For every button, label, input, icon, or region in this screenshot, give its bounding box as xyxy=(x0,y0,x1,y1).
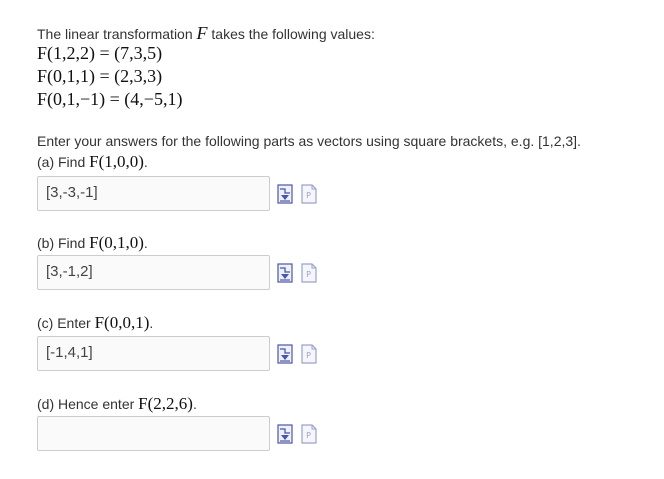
part-d-end: . xyxy=(192,396,197,412)
part-a-end: . xyxy=(143,154,148,170)
part-c-math: F(0,0,1) xyxy=(94,313,150,332)
preview-icon[interactable] xyxy=(277,263,293,283)
part-c-prefix: (c) Enter xyxy=(37,315,95,331)
equation-1: F(1,2,2) = (7,3,5) xyxy=(37,43,163,63)
part-c-icons: P xyxy=(277,344,321,364)
part-b-icons: P xyxy=(277,263,321,283)
svg-text:P: P xyxy=(306,351,311,360)
part-b-prefix: (b) Find xyxy=(37,235,90,251)
part-a-answer-input[interactable]: [3,-3,-1] xyxy=(37,176,270,211)
part-d-answer-input[interactable] xyxy=(37,416,270,451)
help-icon[interactable]: P xyxy=(301,344,317,364)
part-a-math: F(1,0,0) xyxy=(89,152,144,171)
part-a-prefix: (a) Find xyxy=(37,154,90,170)
intro-prefix: The linear transformation xyxy=(37,26,197,42)
preview-icon[interactable] xyxy=(277,424,293,444)
equation-3: F(0,1,−1) = (4,−5,1) xyxy=(37,89,183,109)
svg-text:P: P xyxy=(306,270,311,279)
help-icon[interactable]: P xyxy=(301,184,317,204)
part-c-answer-input[interactable]: [-1,4,1] xyxy=(37,336,270,371)
part-c-label: (c) Enter F(0,0,1). xyxy=(37,313,153,333)
part-c-end: . xyxy=(149,315,154,331)
svg-text:P: P xyxy=(306,191,311,200)
svg-text:P: P xyxy=(306,431,311,440)
part-d-label: (d) Hence enter F(2,2,6). xyxy=(37,394,197,414)
intro-suffix: takes the following values: xyxy=(207,26,375,42)
part-b-end: . xyxy=(143,235,148,251)
part-a-icons: P xyxy=(277,184,321,204)
part-b-math: F(0,1,0) xyxy=(89,233,144,252)
equation-2: F(0,1,1) = (2,3,3) xyxy=(37,66,163,86)
intro-text: The linear transformation F takes the fo… xyxy=(37,23,375,44)
help-icon[interactable]: P xyxy=(301,424,317,444)
part-b-label: (b) Find F(0,1,0). xyxy=(37,233,148,253)
help-icon[interactable]: P xyxy=(301,263,317,283)
instructions-text: Enter your answers for the following par… xyxy=(37,133,581,149)
part-b-answer-input[interactable]: [3,-1,2] xyxy=(37,255,270,290)
part-d-icons: P xyxy=(277,424,321,444)
part-d-prefix: (d) Hence enter xyxy=(37,396,139,412)
intro-symbol: F xyxy=(196,23,208,43)
preview-icon[interactable] xyxy=(277,344,293,364)
part-d-math: F(2,2,6) xyxy=(138,394,193,413)
part-a-label: (a) Find F(1,0,0). xyxy=(37,152,148,172)
preview-icon[interactable] xyxy=(277,184,293,204)
